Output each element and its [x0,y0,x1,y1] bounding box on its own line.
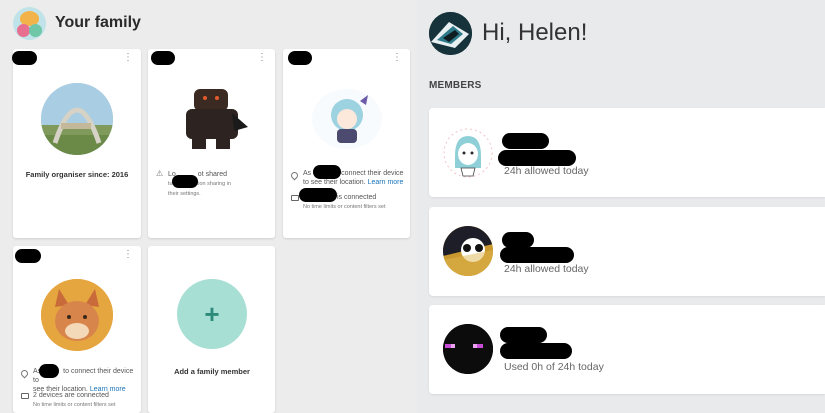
profile-avatar[interactable] [429,12,472,55]
time-allowance: 24h allowed today [504,263,589,275]
redacted-name [288,51,312,65]
warning-icon: ⚠ [156,169,164,178]
add-family-member-card[interactable]: + Add a family member [148,246,275,413]
device-icon [291,195,299,201]
redacted-device [299,188,337,202]
redacted-name [498,150,576,166]
avatar [41,279,113,351]
redacted-name [500,247,574,263]
add-member-button[interactable]: + [177,279,247,349]
members-panel: Hi, Helen! MEMBERS 24h allowed today 24h… [418,0,825,413]
avatar [443,128,493,178]
time-allowance: Used 0h of 24h today [504,361,604,373]
add-member-label: Add a family member [174,367,250,376]
family-member-card-3[interactable]: ⋮ As connect their device to see their lo… [283,49,410,238]
member-row[interactable]: 24h allowed today [429,207,825,296]
redacted-name [39,364,59,378]
family-member-card-organiser[interactable]: ⋮ Family organiser since: 2016 [12,49,141,238]
family-header: Your family [13,6,141,40]
family-member-card-2[interactable]: ⋮ ⚠ Lo ot shared turn on location sharing… [148,49,275,238]
greeting: Hi, Helen! [482,19,588,46]
redacted-name [12,51,37,65]
member-row[interactable]: 24h allowed today [429,108,825,197]
more-options-icon[interactable]: ⋮ [257,53,267,63]
family-logo-icon [13,6,46,40]
location-pin-icon [19,368,30,379]
device-icon [21,393,29,399]
organiser-caption: Family organiser since: 2016 [25,170,129,179]
redacted-name [502,232,534,248]
avatar [443,324,493,374]
avatar [41,83,113,155]
member-row[interactable]: Used 0h of 24h today [429,305,825,394]
avatar [443,226,493,276]
members-section-label: MEMBERS [429,80,482,91]
redacted-name [502,133,549,149]
plus-icon: + [204,298,220,329]
redacted-name [500,343,572,359]
device-status: 2 devices are connected No time limits o… [33,392,116,408]
avatar [312,89,382,149]
family-panel: Your family ⋮ Family organiser since: 20… [0,0,418,413]
redacted-name [500,327,547,343]
avatar [172,83,250,155]
family-member-card-4[interactable]: ⋮ As to connect their device to see their… [13,246,141,413]
more-options-icon[interactable]: ⋮ [123,53,133,63]
more-options-icon[interactable]: ⋮ [392,53,402,63]
more-options-icon[interactable]: ⋮ [123,250,133,260]
redacted-name [313,165,341,179]
redacted-name [15,249,41,263]
redacted-name [172,175,198,188]
learn-more-link[interactable]: Learn more [368,179,404,186]
time-allowance: 24h allowed today [504,165,589,177]
location-pin-icon [289,170,300,181]
redacted-name [151,51,175,65]
family-title: Your family [55,14,141,31]
